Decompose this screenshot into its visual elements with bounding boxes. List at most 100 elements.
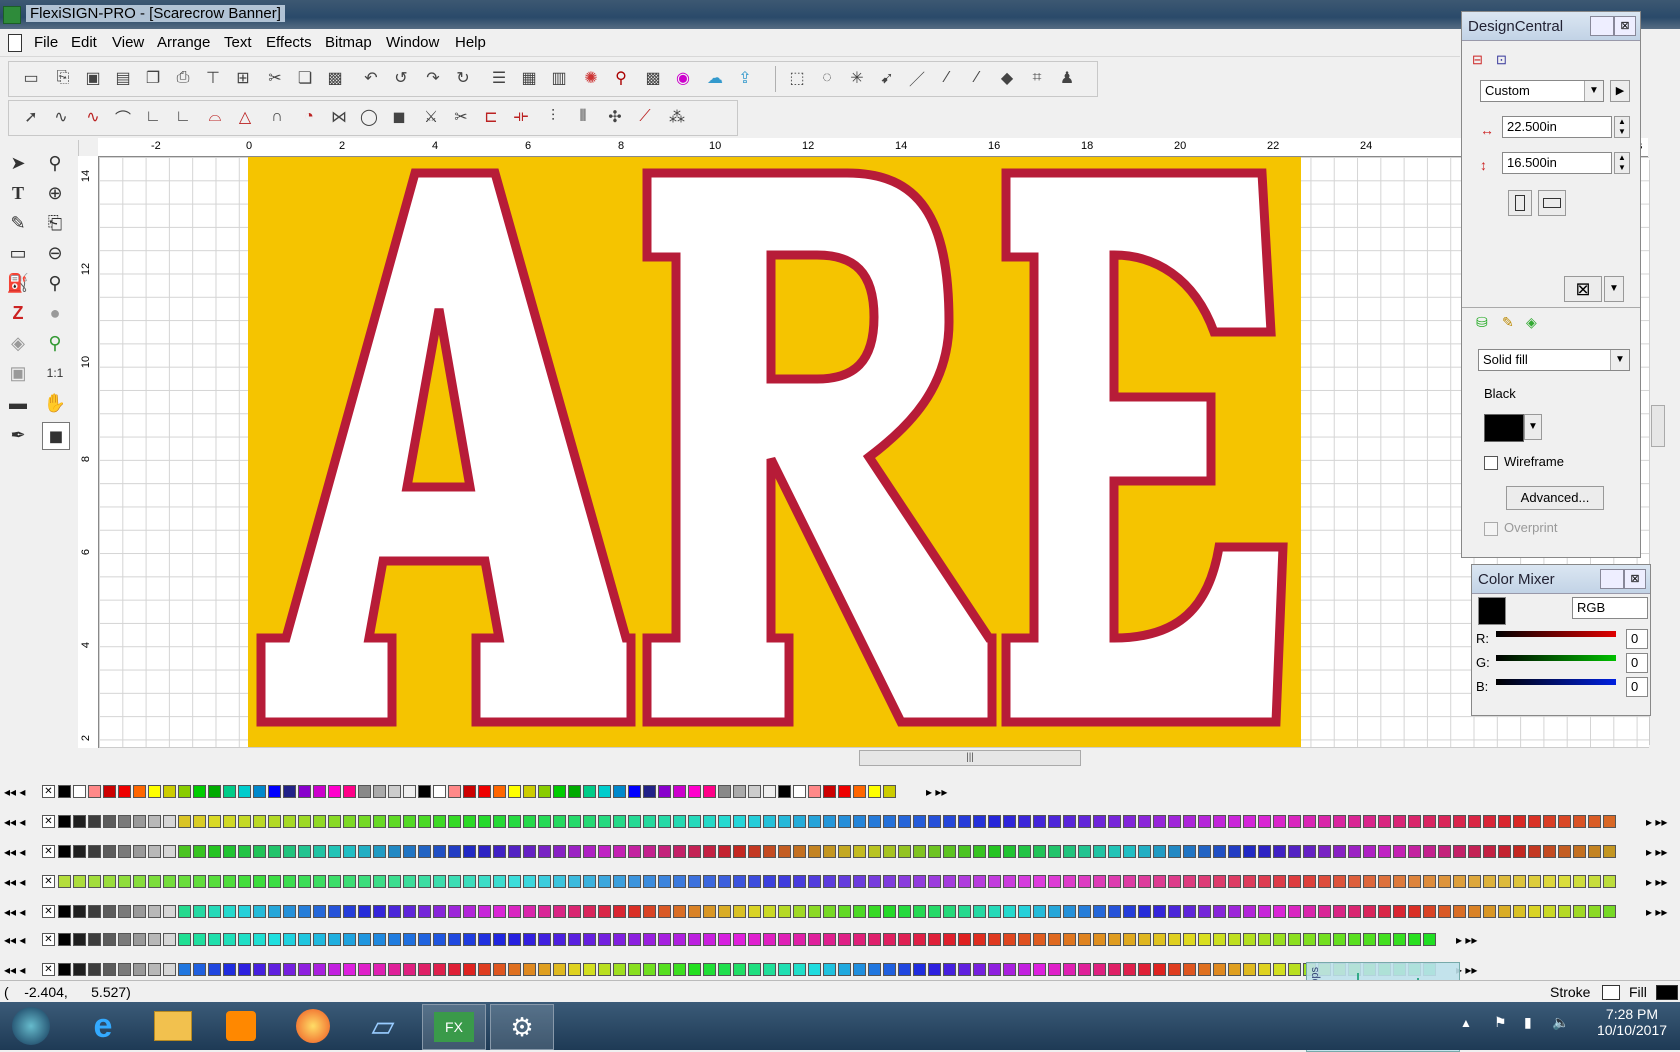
color-swatch[interactable] [1303,905,1316,918]
print-icon[interactable]: ⎙ [171,66,195,90]
color-swatch[interactable] [1258,905,1271,918]
color-swatch[interactable] [268,875,281,888]
color-swatch[interactable] [1348,933,1361,946]
redo-multiple-icon[interactable]: ↻ [451,66,475,90]
color-swatch[interactable] [73,815,86,828]
color-swatch[interactable] [868,963,881,976]
color-swatch[interactable] [718,815,731,828]
color-swatch[interactable] [1048,845,1061,858]
color-swatch[interactable] [1363,875,1376,888]
color-swatch[interactable] [928,815,941,828]
color-swatch[interactable] [1108,933,1121,946]
color-swatch[interactable] [523,933,536,946]
color-swatch[interactable] [163,845,176,858]
color-swatch[interactable] [1258,933,1271,946]
color-swatch[interactable] [1228,845,1241,858]
portrait-button[interactable] [1508,190,1532,216]
color-swatch[interactable] [1408,875,1421,888]
document-icon[interactable] [8,34,22,52]
color-swatch[interactable] [1063,905,1076,918]
color-swatch[interactable] [1093,905,1106,918]
color-swatch[interactable] [1183,933,1196,946]
color-swatch[interactable] [1483,875,1496,888]
color-swatch[interactable] [103,933,116,946]
menu-edit[interactable]: Edit [71,34,97,51]
color-swatch[interactable] [163,933,176,946]
color-swatch[interactable] [883,785,896,798]
color-swatch[interactable] [733,845,746,858]
color-swatch[interactable] [808,875,821,888]
color-swatch[interactable] [313,905,326,918]
color-swatch[interactable] [283,905,296,918]
color-swatch[interactable] [358,875,371,888]
color-swatch[interactable] [823,875,836,888]
zoom-in-icon[interactable]: ⊕ [42,180,68,206]
color-swatch[interactable] [1273,905,1286,918]
no-color-swatch[interactable]: ✕ [42,905,55,918]
pen-tool-icon[interactable]: ✎ [5,210,31,236]
color-swatch[interactable] [1138,905,1151,918]
color-swatch[interactable] [1588,815,1601,828]
color-swatch[interactable] [1348,905,1361,918]
color-swatch[interactable] [763,785,776,798]
color-swatch[interactable] [568,785,581,798]
blue-slider[interactable] [1496,679,1616,685]
color-swatch[interactable] [523,845,536,858]
color-swatch[interactable] [463,875,476,888]
color-swatch[interactable] [373,785,386,798]
palette-scroll-left-icon[interactable]: ◂◂ ◂ [4,875,25,889]
color-swatch[interactable] [193,875,206,888]
color-swatch[interactable] [1378,815,1391,828]
menu-arrange[interactable]: Arrange [157,34,210,51]
no-color-swatch[interactable]: ✕ [42,933,55,946]
color-swatch[interactable] [1453,815,1466,828]
palette-scroll-left-icon[interactable]: ◂◂ ◂ [4,933,25,947]
color-swatch[interactable] [853,905,866,918]
color-swatch[interactable] [1378,845,1391,858]
color-swatch[interactable] [358,905,371,918]
color-swatch[interactable] [703,933,716,946]
color-swatch[interactable] [148,963,161,976]
color-swatch[interactable] [148,815,161,828]
color-swatch[interactable] [763,875,776,888]
menu-file[interactable]: File [34,34,58,51]
color-swatch[interactable] [853,845,866,858]
color-swatch[interactable] [88,785,101,798]
color-swatch[interactable] [1573,815,1586,828]
color-swatch[interactable] [898,963,911,976]
color-swatch[interactable] [1138,963,1151,976]
no-color-swatch[interactable]: ✕ [42,785,55,798]
eyedropper-icon[interactable]: ✒ [5,422,31,448]
color-swatch[interactable] [523,815,536,828]
color-swatch[interactable] [1393,815,1406,828]
color-swatch[interactable] [163,785,176,798]
color-swatch[interactable] [388,875,401,888]
color-swatch[interactable] [88,815,101,828]
color-swatch[interactable] [1153,933,1166,946]
color-swatch[interactable] [193,905,206,918]
color-swatch[interactable] [223,875,236,888]
color-swatch[interactable] [1168,845,1181,858]
color-swatch[interactable] [1183,905,1196,918]
color-swatch[interactable] [1228,963,1241,976]
color-swatch[interactable] [283,815,296,828]
color-swatch[interactable] [583,845,596,858]
color-swatch[interactable] [373,963,386,976]
palette-scroll-right-icon[interactable]: ▸ ▸▸ [1646,815,1667,829]
color-swatch[interactable] [838,905,851,918]
color-swatch[interactable] [448,933,461,946]
color-swatch[interactable] [853,963,866,976]
copy-doc-icon[interactable]: ❐ [141,66,165,90]
palette-scroll-left-icon[interactable]: ◂◂ ◂ [4,785,25,799]
color-swatch[interactable] [1453,845,1466,858]
color-swatch[interactable] [478,845,491,858]
color-swatch[interactable] [208,785,221,798]
color-swatch[interactable] [958,875,971,888]
color-swatch[interactable] [88,963,101,976]
color-swatch[interactable] [913,905,926,918]
color-swatch[interactable] [1033,963,1046,976]
color-swatch[interactable] [133,845,146,858]
distribute-icon[interactable]: ⟛ [509,105,533,129]
color-swatch[interactable] [1093,845,1106,858]
close-icon[interactable]: ⊠ [1624,569,1646,589]
